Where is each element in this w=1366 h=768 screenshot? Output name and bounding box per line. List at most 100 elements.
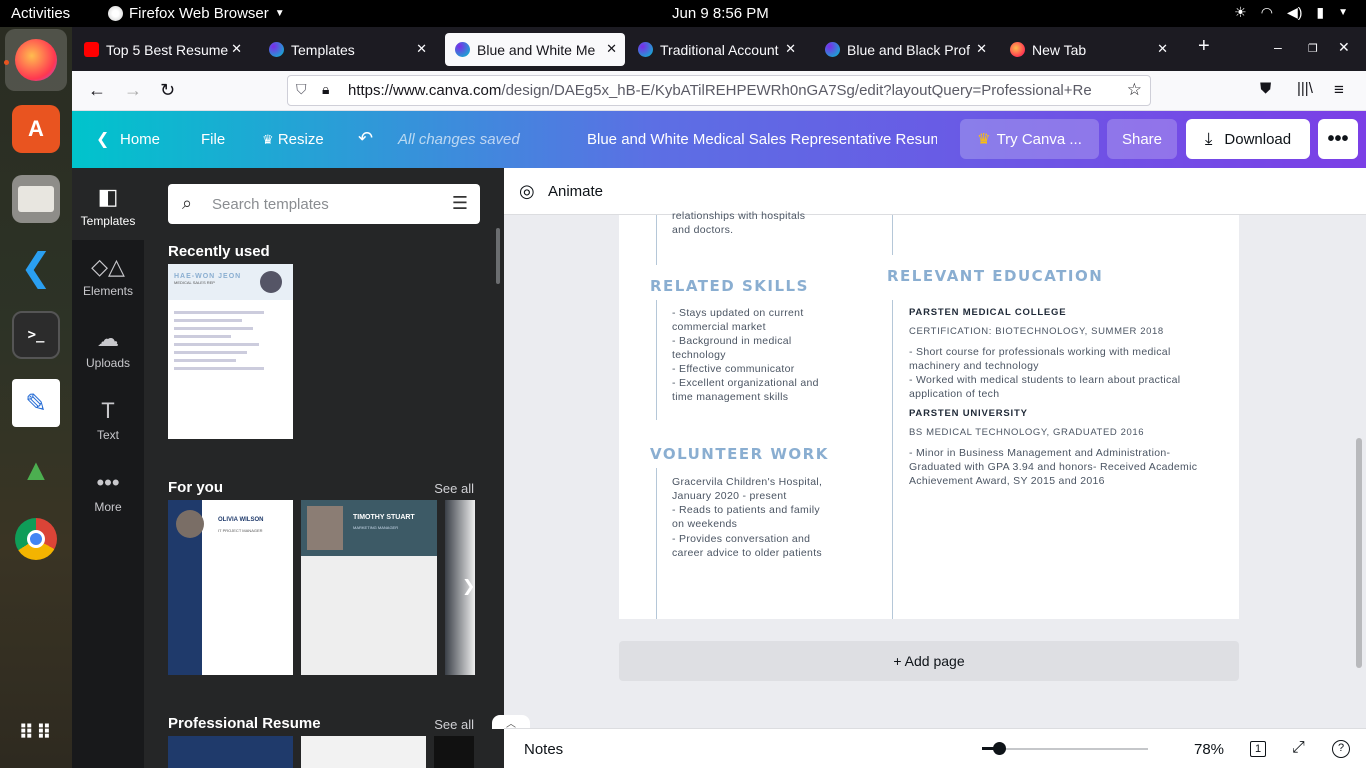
text-icon: T <box>101 398 115 423</box>
tab-traditional[interactable]: Traditional Account ✕ <box>628 33 804 66</box>
file-menu[interactable]: File <box>201 131 225 148</box>
close-icon[interactable]: ✕ <box>785 41 796 57</box>
sidenav-uploads[interactable]: ☁ Uploads <box>72 312 144 384</box>
pocket-icon[interactable]: ⛊ <box>1260 80 1271 97</box>
close-icon[interactable]: ✕ <box>231 41 242 57</box>
close-icon[interactable]: ✕ <box>1157 41 1168 57</box>
dock-terminal[interactable]: >_ <box>12 311 60 359</box>
menu-icon[interactable]: ≡ <box>1334 80 1344 100</box>
notes-button[interactable]: Notes <box>524 741 563 758</box>
undo-icon[interactable]: ↶ <box>358 128 373 149</box>
sidenav-text[interactable]: T Text <box>72 384 144 456</box>
filter-icon[interactable]: ☰ <box>452 193 468 214</box>
more-icon: ••• <box>96 470 120 495</box>
see-all-link[interactable]: See all <box>434 481 474 496</box>
for-you-heading: For you <box>168 479 223 496</box>
power-menu-chevron-icon: ▼ <box>1338 7 1348 18</box>
education-detail: BS MEDICAL TECHNOLOGY, GRADUATED 2016 <box>909 427 1145 438</box>
firefox-icon <box>108 6 123 21</box>
education-point: - Worked with medical students to learn … <box>909 374 1181 400</box>
chevron-right-icon[interactable]: ❯ <box>462 576 475 596</box>
download-button[interactable]: ⤓ Download <box>1186 119 1310 159</box>
reload-button[interactable]: ↻ <box>160 80 175 101</box>
expand-notes-handle[interactable]: ︿ <box>492 715 530 730</box>
dock-text-editor[interactable]: ✎ <box>12 379 60 427</box>
thumb-name: TIMOTHY STUART <box>353 514 415 521</box>
more-options-button[interactable]: ••• <box>1318 119 1358 159</box>
thumb-role: IT PROJECT MANAGER <box>218 528 263 533</box>
library-icon[interactable]: |||\ <box>1297 80 1313 97</box>
download-icon: ⤓ <box>1204 129 1213 148</box>
maximize-button[interactable]: ❐ <box>1308 42 1318 55</box>
clock[interactable]: Jun 9 8:56 PM <box>672 5 769 22</box>
dock-rocket[interactable]: ▲ <box>12 447 60 495</box>
search-templates-input[interactable]: ⌕ Search templates ☰ <box>168 184 480 224</box>
zoom-slider-handle[interactable] <box>992 742 1006 755</box>
dock-vscode[interactable]: ❮ <box>12 243 60 291</box>
url-text: https://www.canva.com/design/DAEg5x_hB-E… <box>348 82 1118 99</box>
tab-blue-black[interactable]: Blue and Black Prof ✕ <box>815 33 995 66</box>
dock-chrome[interactable] <box>12 515 60 563</box>
animate-button[interactable]: Animate <box>548 183 603 200</box>
sidenav-elements[interactable]: ◇△ Elements <box>72 240 144 312</box>
crown-icon: ♛ <box>977 131 991 148</box>
resize-button[interactable]: ♛ Resize <box>262 131 324 148</box>
resume-page[interactable]: relationships with hospitals and doctors… <box>619 210 1239 619</box>
close-icon[interactable]: ✕ <box>606 41 617 57</box>
new-tab-button[interactable]: + <box>1198 35 1210 58</box>
template-thumbnail[interactable]: OLIVIA WILSON IT PROJECT MANAGER <box>168 500 293 675</box>
share-button[interactable]: Share <box>1107 119 1177 159</box>
vscode-icon: ❮ <box>20 246 52 289</box>
chevron-left-icon[interactable]: ❮ <box>96 129 109 149</box>
home-button[interactable]: Home <box>120 131 160 148</box>
elements-icon: ◇△ <box>91 254 125 279</box>
url-bar[interactable]: ⛉ 🔒︎ https://www.canva.com/design/DAEg5x… <box>287 75 1151 106</box>
tab-templates[interactable]: Templates ✕ <box>259 33 435 66</box>
shield-icon[interactable]: ⛉ <box>296 81 307 98</box>
volunteer-item: Gracervila Children's Hospital, January … <box>672 476 823 502</box>
download-label: Download <box>1224 130 1292 148</box>
zoom-value[interactable]: 78% <box>1194 741 1224 758</box>
bookmark-star-icon[interactable]: ☆ <box>1127 80 1142 100</box>
template-thumbnail[interactable] <box>301 736 426 768</box>
template-thumbnail[interactable] <box>168 736 293 768</box>
window-close-button[interactable]: ✕ <box>1338 39 1350 56</box>
system-tray[interactable]: ☀ ◠ ◀) ▮ ▼ <box>1234 4 1348 21</box>
tab-youtube[interactable]: Top 5 Best Resume ✕ <box>74 33 250 66</box>
forward-button[interactable]: → <box>124 80 142 101</box>
lock-icon[interactable]: 🔒︎ <box>322 81 329 98</box>
tab-new-tab[interactable]: New Tab ✕ <box>1000 33 1176 66</box>
panel-scrollbar[interactable] <box>496 228 500 284</box>
tab-blue-white[interactable]: Blue and White Me ✕ <box>445 33 625 66</box>
dock-show-apps[interactable]: ⠿⠿ <box>12 709 60 757</box>
sidenav-more[interactable]: ••• More <box>72 456 144 528</box>
minimize-button[interactable]: – <box>1274 39 1282 55</box>
dock-firefox[interactable] <box>5 29 67 91</box>
back-button[interactable]: ← <box>88 80 106 101</box>
add-page-button[interactable]: + Add page <box>619 641 1239 681</box>
system-top-bar: Activities Firefox Web Browser ▼ Jun 9 8… <box>0 0 1366 27</box>
try-canva-pro-button[interactable]: ♛ Try Canva ... <box>960 119 1099 159</box>
template-thumbnail[interactable] <box>434 736 474 768</box>
fullscreen-icon[interactable]: ⤢ <box>1292 739 1305 757</box>
close-icon[interactable]: ✕ <box>976 41 987 57</box>
dock-files[interactable] <box>12 175 60 223</box>
help-icon[interactable]: ? <box>1332 740 1350 758</box>
try-label: Try Canva ... <box>996 130 1082 148</box>
sidenav-templates[interactable]: ◧ Templates <box>72 168 144 240</box>
template-thumbnail[interactable]: TIMOTHY STUART MARKETING MANAGER <box>301 500 437 675</box>
activities-button[interactable]: Activities <box>11 5 70 22</box>
dock-software-center[interactable]: A <box>12 105 60 153</box>
search-icon: ⌕ <box>182 193 193 213</box>
app-menu[interactable]: Firefox Web Browser ▼ <box>108 5 285 22</box>
recent-template-thumbnail[interactable]: HAE-WON JEON MEDICAL SALES REP <box>168 264 293 439</box>
document-title[interactable]: Blue and White Medical Sales Representat… <box>587 131 937 148</box>
canva-icon <box>269 42 284 57</box>
page-count-button[interactable]: 1 <box>1250 741 1267 757</box>
zoom-slider[interactable] <box>982 748 1148 750</box>
workspace-scrollbar[interactable] <box>1356 438 1362 668</box>
firefox-window: Top 5 Best Resume ✕ Templates ✕ Blue and… <box>72 27 1366 768</box>
close-icon[interactable]: ✕ <box>416 41 427 57</box>
see-all-link[interactable]: See all <box>434 717 474 732</box>
resize-label: Resize <box>277 131 324 148</box>
